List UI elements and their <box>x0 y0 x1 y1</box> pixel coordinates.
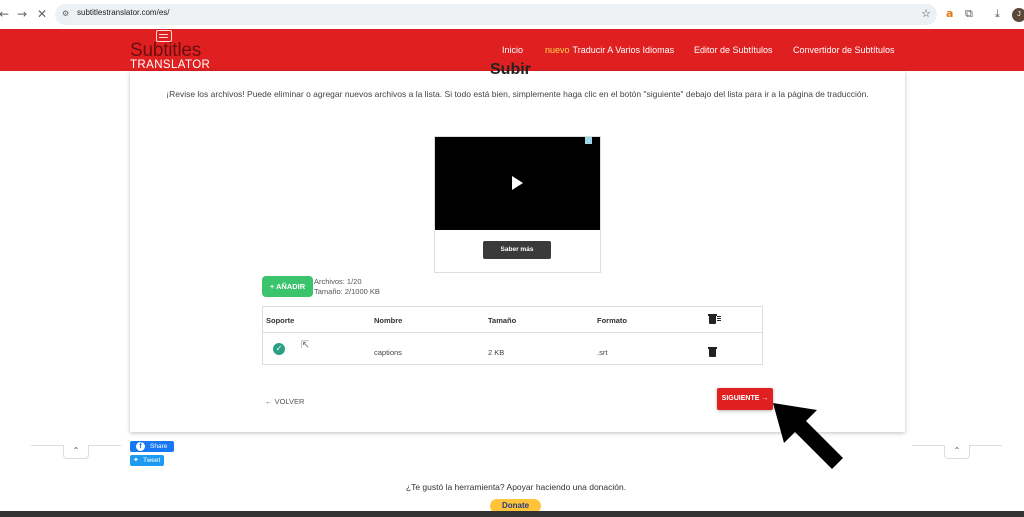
new-badge: nuevo <box>545 45 570 55</box>
stop-loading-icon[interactable]: ✕ <box>35 7 49 21</box>
delete-file-icon[interactable] <box>708 347 717 358</box>
url-text[interactable]: subtitlestranslator.com/es/ <box>77 8 169 17</box>
mouse-cursor-icon: ⇱ <box>301 340 310 351</box>
file-size: 2 KB <box>488 348 505 357</box>
file-format: .srt <box>597 348 608 357</box>
left-collapse-tab[interactable]: ⌃ <box>31 445 121 459</box>
chevron-up-icon[interactable]: ⌃ <box>63 445 89 459</box>
header-format: Formato <box>597 316 627 325</box>
header-size: Tamaño <box>488 316 517 325</box>
upload-card: Subir ¡Revise los archivos! Puede elimin… <box>130 61 905 432</box>
page-title: Subir <box>490 61 531 78</box>
profile-avatar[interactable]: J <box>1012 8 1024 22</box>
next-button[interactable]: SIGUIENTE → <box>717 388 773 410</box>
facebook-share-button[interactable]: f Share <box>130 441 174 452</box>
file-name: captions <box>374 348 402 357</box>
header-support: Soporte <box>266 316 295 325</box>
add-file-button[interactable]: + AÑADIR <box>262 276 313 297</box>
nav-translate-multiple[interactable]: nuevo Traducir A Varios Idiomas <box>545 45 674 55</box>
amazon-extension-icon[interactable]: a <box>946 7 953 20</box>
right-collapse-tab[interactable]: ⌃ <box>912 445 1002 459</box>
intro-text: ¡Revise los archivos! Puede eliminar o a… <box>166 89 869 99</box>
annotation-arrow-icon <box>773 403 843 469</box>
nav-subtitle-editor[interactable]: Editor de Subtítulos <box>694 45 773 55</box>
video-ad[interactable]: Saber más <box>434 136 601 273</box>
ad-learn-more-button[interactable]: Saber más <box>483 241 551 259</box>
delete-all-icon[interactable] <box>708 313 721 325</box>
extensions-puzzle-icon[interactable]: ⧉ <box>965 7 973 21</box>
nav-subtitle-converter[interactable]: Convertidor de Subtítulos <box>793 45 895 55</box>
address-bar[interactable]: ⚙ subtitlestranslator.com/es/ ☆ <box>55 4 937 25</box>
bottom-bar <box>0 511 1024 517</box>
share-label: Share <box>150 443 168 450</box>
tweet-label: Tweet <box>143 457 161 464</box>
ad-video-player[interactable] <box>435 137 600 230</box>
bookmark-star-icon[interactable]: ☆ <box>921 7 931 20</box>
donate-prompt: ¿Te gustó la herramienta? Apoyar haciend… <box>405 482 627 492</box>
back-button[interactable]: ← VOLVER <box>265 397 304 406</box>
facebook-icon: f <box>136 442 145 451</box>
file-stats: Archivos: 1/20 Tamaño: 2/1000 KB <box>314 277 380 297</box>
files-table: Soporte Nombre Tamaño Formato ✓ ⇱ captio… <box>262 306 763 365</box>
twitter-icon: ✦ <box>133 456 139 464</box>
forward-arrow-icon[interactable]: → <box>15 7 29 21</box>
back-arrow-icon[interactable]: ← <box>0 7 11 21</box>
downloads-icon[interactable]: ⤓ <box>995 7 1000 21</box>
site-logo[interactable]: Subtitles TRANSLATOR <box>130 29 210 71</box>
nav-home[interactable]: Inicio <box>502 45 523 55</box>
browser-toolbar: ← → ✕ ⚙ subtitlestranslator.com/es/ ☆ a … <box>0 0 1024 29</box>
ad-choices-icon[interactable] <box>585 137 592 144</box>
logo-sub-text: TRANSLATOR <box>130 59 211 71</box>
supported-check-icon: ✓ <box>273 343 285 355</box>
size-info: Tamaño: 2/1000 KB <box>314 287 380 296</box>
nav-translate-multiple-label: Traducir A Varios Idiomas <box>572 45 675 55</box>
tweet-button[interactable]: ✦ Tweet <box>130 455 164 466</box>
chevron-up-icon[interactable]: ⌃ <box>944 445 970 459</box>
files-count: Archivos: 1/20 <box>314 277 362 286</box>
table-header-row: Soporte Nombre Tamaño Formato <box>263 307 762 333</box>
site-info-icon[interactable]: ⚙ <box>62 9 72 19</box>
header-name: Nombre <box>374 316 403 325</box>
play-icon[interactable] <box>512 176 523 190</box>
